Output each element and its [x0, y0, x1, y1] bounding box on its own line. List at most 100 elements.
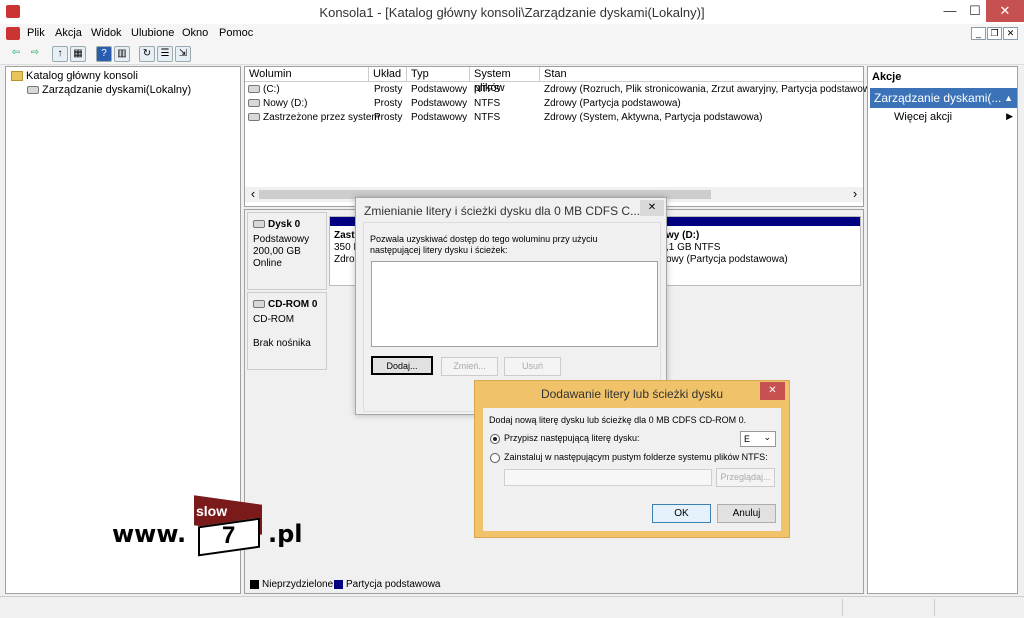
- column-volume[interactable]: Wolumin: [245, 67, 369, 82]
- cell-filesystem: NTFS: [474, 98, 501, 109]
- mount-folder-label: Zainstaluj w następującym pustym folderz…: [504, 452, 768, 462]
- status-divider: [934, 599, 935, 616]
- mount-folder-option[interactable]: Zainstaluj w następującym pustym folderz…: [489, 451, 779, 465]
- scroll-left-icon[interactable]: ‹: [247, 187, 259, 201]
- cancel-button[interactable]: Anuluj: [717, 504, 776, 523]
- column-status[interactable]: Stan: [540, 67, 863, 82]
- assign-letter-label: Przypisz następującą literę dysku:: [504, 433, 640, 443]
- forward-arrow-icon[interactable]: ⇨: [27, 46, 43, 62]
- disk-icon: [253, 220, 265, 229]
- unallocated-swatch: [250, 580, 259, 589]
- tree-root[interactable]: Katalog główny konsoli: [11, 70, 138, 82]
- change-dialog-title: Zmienianie litery i ścieżki dysku dla 0 …: [364, 204, 641, 218]
- watermark-prefix: www.: [112, 520, 187, 548]
- cell-type: Podstawowy: [411, 84, 468, 95]
- paths-listbox[interactable]: [371, 261, 658, 347]
- drive-letter-value: E: [744, 434, 751, 444]
- tree-root-label: Katalog główny konsoli: [26, 70, 138, 82]
- browse-button[interactable]: Przeglądaj...: [716, 468, 775, 487]
- console-menu-icon[interactable]: [6, 27, 20, 40]
- table-row[interactable]: Zastrzeżone przez system Prosty Podstawo…: [245, 112, 863, 126]
- cdrom0-media: Brak nośnika: [253, 338, 311, 349]
- column-layout[interactable]: Układ: [369, 67, 407, 82]
- menu-akcja[interactable]: Akcja: [55, 27, 82, 39]
- show-hide-tree-icon[interactable]: ▦: [70, 46, 86, 62]
- mdi-minimize-button[interactable]: _: [971, 27, 986, 40]
- cdrom-icon: [253, 300, 265, 309]
- assign-letter-option[interactable]: Przypisz następującą literę dysku:: [489, 432, 769, 446]
- add-dialog-close-button[interactable]: ✕: [760, 382, 785, 400]
- menu-pomoc[interactable]: Pomoc: [219, 27, 253, 39]
- mdi-restore-button[interactable]: ❐: [987, 27, 1002, 40]
- change-button[interactable]: Zmień...: [441, 357, 498, 376]
- cell-type: Podstawowy: [411, 112, 468, 123]
- show-hide-action-pane-icon[interactable]: ▥: [114, 46, 130, 62]
- cell-type: Podstawowy: [411, 98, 468, 109]
- cell-volume: Nowy (D:): [263, 98, 308, 109]
- cell-layout: Prosty: [374, 84, 403, 95]
- tree-disk-management[interactable]: Zarządzanie dyskami(Lokalny): [27, 84, 191, 96]
- menu-ulubione[interactable]: Ulubione: [131, 27, 174, 39]
- properties-icon[interactable]: ☰: [157, 46, 173, 62]
- cell-layout: Prosty: [374, 98, 403, 109]
- folder-path-input[interactable]: [504, 469, 712, 486]
- actions-section-label: Zarządzanie dyskami(...: [874, 91, 1002, 105]
- assign-letter-radio[interactable]: [490, 434, 500, 444]
- remove-button[interactable]: Usuń: [504, 357, 561, 376]
- disk0-label[interactable]: Dysk 0 Podstawowy 200,00 GB Online: [247, 212, 327, 290]
- more-actions-label: Więcej akcji: [894, 111, 953, 123]
- mount-folder-radio[interactable]: [490, 453, 500, 463]
- partition-d-name: wy (D:): [666, 230, 700, 241]
- cell-filesystem: NTFS: [474, 112, 501, 123]
- cdrom0-label[interactable]: CD-ROM 0 CD-ROM Brak nośnika: [247, 292, 327, 370]
- menu-widok[interactable]: Widok: [91, 27, 122, 39]
- actions-pane: Akcje Zarządzanie dyskami(... ▲ Więcej a…: [867, 66, 1018, 594]
- column-filesystem[interactable]: System plików: [470, 67, 540, 94]
- cell-volume: (C:): [263, 84, 280, 95]
- tree-disk-management-label: Zarządzanie dyskami(Lokalny): [42, 84, 192, 96]
- submenu-arrow-icon: ▶: [1006, 111, 1013, 121]
- up-folder-icon[interactable]: ↑: [52, 46, 68, 62]
- actions-header: Akcje: [872, 71, 902, 83]
- refresh-icon[interactable]: ↻: [139, 46, 155, 62]
- column-type[interactable]: Typ: [407, 67, 470, 82]
- close-button[interactable]: ✕: [986, 0, 1024, 22]
- change-dialog-close-button[interactable]: ✕: [640, 200, 664, 216]
- disk0-name: Dysk 0: [268, 219, 301, 230]
- back-arrow-icon[interactable]: ⇦: [8, 46, 24, 62]
- add-dialog-title: Dodawanie litery lub ścieżki dysku: [540, 387, 724, 401]
- watermark-slow: slow: [196, 503, 228, 519]
- cell-layout: Prosty: [374, 112, 403, 123]
- status-bar: [0, 596, 1024, 618]
- add-dialog-description: Dodaj nową literę dysku lub ścieżkę dla …: [489, 415, 747, 425]
- legend-unallocated: Nieprzydzielone: [262, 579, 334, 590]
- disk-management-icon: [27, 86, 39, 95]
- cell-filesystem: NTFS: [474, 84, 501, 95]
- maximize-button[interactable]: ☐: [964, 0, 986, 22]
- help-icon[interactable]: ?: [96, 46, 112, 62]
- menu-okno[interactable]: Okno: [182, 27, 208, 39]
- legend-primary: Partycja podstawowa: [346, 579, 441, 590]
- partition-d[interactable]: wy (D:) ,1 GB NTFS owy (Partycja podstaw…: [666, 228, 858, 283]
- volume-list: Wolumin Układ Typ System plików Stan (C:…: [244, 66, 879, 207]
- cell-volume: Zastrzeżone przez system: [263, 112, 380, 123]
- add-button[interactable]: Dodaj...: [371, 356, 433, 375]
- volume-icon: [248, 113, 260, 122]
- table-row[interactable]: (C:) Prosty Podstawowy NTFS Zdrowy (Rozr…: [245, 84, 879, 98]
- actions-section-disk-management[interactable]: Zarządzanie dyskami(... ▲: [870, 88, 1017, 108]
- table-row[interactable]: Nowy (D:) Prosty Podstawowy NTFS Zdrowy …: [245, 98, 863, 112]
- export-list-icon[interactable]: ⇲: [175, 46, 191, 62]
- more-actions-item[interactable]: Więcej akcji ▶: [870, 109, 1017, 125]
- ok-button[interactable]: OK: [652, 504, 711, 523]
- drive-letter-select[interactable]: E ⌄: [740, 431, 776, 447]
- mdi-close-button[interactable]: ✕: [1003, 27, 1018, 40]
- menu-bar: Plik Akcja Widok Ulubione Okno Pomoc _ ❐…: [0, 24, 1024, 43]
- watermark-badge: slow 7: [194, 495, 266, 557]
- add-drive-letter-dialog: Dodawanie litery lub ścieżki dysku ✕ Dod…: [474, 380, 790, 538]
- menu-plik[interactable]: Plik: [27, 27, 45, 39]
- scroll-right-icon[interactable]: ›: [849, 187, 861, 201]
- title-bar: Konsola1 - [Katalog główny konsoli\Zarzą…: [0, 0, 1024, 24]
- minimize-button[interactable]: —: [936, 0, 964, 22]
- watermark-suffix: .pl: [268, 520, 303, 548]
- disk0-size: 200,00 GB: [253, 246, 301, 257]
